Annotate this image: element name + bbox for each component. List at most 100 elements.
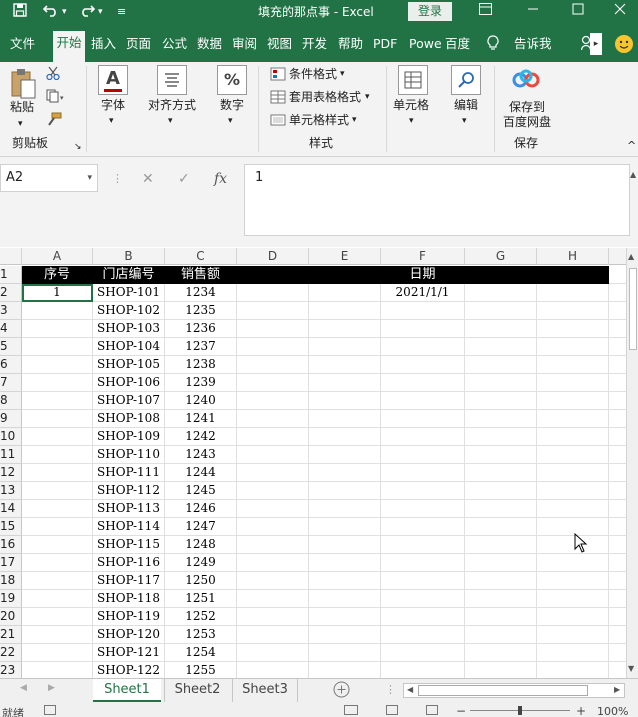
insert-function-icon[interactable]: fx: [214, 170, 227, 188]
cancel-entry-icon[interactable]: ✕: [142, 170, 154, 188]
cell-d15[interactable]: [237, 518, 309, 536]
cell-i20[interactable]: [609, 608, 626, 626]
align-icon[interactable]: [157, 65, 187, 95]
cell-d12[interactable]: [237, 464, 309, 482]
tab-formulas[interactable]: 公式: [162, 36, 187, 52]
cell-a12[interactable]: [22, 464, 93, 482]
minimize-icon[interactable]: [527, 3, 539, 21]
cell-i8[interactable]: [609, 392, 626, 410]
cell-c12[interactable]: 1244: [165, 464, 237, 482]
cell-e17[interactable]: [309, 554, 381, 572]
sheet-tab-3[interactable]: Sheet3: [232, 679, 298, 702]
cell-e9[interactable]: [309, 410, 381, 428]
cell-a15[interactable]: [22, 518, 93, 536]
cell-c8[interactable]: 1240: [165, 392, 237, 410]
cell-a2[interactable]: 1: [22, 284, 93, 302]
cell-f22[interactable]: [381, 644, 465, 662]
cell-g7[interactable]: [465, 374, 537, 392]
cell-e3[interactable]: [309, 302, 381, 320]
cell-d13[interactable]: [237, 482, 309, 500]
cell-g12[interactable]: [465, 464, 537, 482]
scroll-up-icon[interactable]: ▲: [628, 252, 634, 261]
alignment-dropdown-icon[interactable]: ▾: [168, 114, 173, 129]
cell-f21[interactable]: [381, 626, 465, 644]
cell-d3[interactable]: [237, 302, 309, 320]
cell-f2[interactable]: 2021/1/1: [381, 284, 465, 302]
cell-i13[interactable]: [609, 482, 626, 500]
row-header[interactable]: 13: [0, 482, 22, 500]
cell-h7[interactable]: [537, 374, 609, 392]
cell-i4[interactable]: [609, 320, 626, 338]
sheet-tab-2[interactable]: Sheet2: [164, 679, 230, 702]
redo-dropdown-icon[interactable]: ▾: [98, 3, 103, 21]
format-as-table-button[interactable]: 套用表格格式: [289, 90, 361, 105]
tab-file[interactable]: 文件: [10, 36, 35, 52]
cell-f14[interactable]: [381, 500, 465, 518]
row-header[interactable]: 2: [0, 284, 22, 302]
cell-e21[interactable]: [309, 626, 381, 644]
column-header-a[interactable]: A: [22, 248, 93, 265]
tab-baidu[interactable]: 百度: [445, 36, 470, 52]
search-icon[interactable]: [451, 65, 481, 95]
row-header[interactable]: 23: [0, 662, 22, 678]
cell-c19[interactable]: 1251: [165, 590, 237, 608]
column-header-g[interactable]: G: [465, 248, 537, 265]
cell-i7[interactable]: [609, 374, 626, 392]
column-header-h[interactable]: H: [537, 248, 609, 265]
cell-i17[interactable]: [609, 554, 626, 572]
cell-d4[interactable]: [237, 320, 309, 338]
cell-f12[interactable]: [381, 464, 465, 482]
cell-f3[interactable]: [381, 302, 465, 320]
cell-g15[interactable]: [465, 518, 537, 536]
row-header[interactable]: 1: [0, 266, 22, 284]
cell-e10[interactable]: [309, 428, 381, 446]
cell-h3[interactable]: [537, 302, 609, 320]
cell-g23[interactable]: [465, 662, 537, 678]
cell-h8[interactable]: [537, 392, 609, 410]
cell-b18[interactable]: SHOP-117: [93, 572, 165, 590]
cell-e7[interactable]: [309, 374, 381, 392]
prev-sheet-icon[interactable]: ◀: [20, 683, 27, 693]
cell-a4[interactable]: [22, 320, 93, 338]
number-button[interactable]: 数字: [220, 98, 244, 113]
cell-b4[interactable]: SHOP-103: [93, 320, 165, 338]
select-all-corner[interactable]: [0, 248, 22, 265]
font-button[interactable]: 字体: [101, 98, 125, 113]
formula-input[interactable]: 1: [244, 164, 630, 236]
login-button[interactable]: 登录: [408, 2, 452, 21]
tell-me-search[interactable]: 告诉我: [514, 36, 552, 52]
cell-g9[interactable]: [465, 410, 537, 428]
tab-view[interactable]: 视图: [267, 36, 292, 52]
cell-f5[interactable]: [381, 338, 465, 356]
cell-g10[interactable]: [465, 428, 537, 446]
cell-d20[interactable]: [237, 608, 309, 626]
cell-b16[interactable]: SHOP-115: [93, 536, 165, 554]
cell-f18[interactable]: [381, 572, 465, 590]
header-cell-c[interactable]: 销售额: [165, 266, 237, 284]
zoom-slider-thumb[interactable]: [518, 706, 522, 715]
cell-b13[interactable]: SHOP-112: [93, 482, 165, 500]
cell-a19[interactable]: [22, 590, 93, 608]
row-header[interactable]: 11: [0, 446, 22, 464]
cell-d2[interactable]: [237, 284, 309, 302]
cell-e15[interactable]: [309, 518, 381, 536]
cell-c17[interactable]: 1249: [165, 554, 237, 572]
header-cell-a[interactable]: 序号: [22, 266, 93, 284]
cell-c2[interactable]: 1234: [165, 284, 237, 302]
header-cell-i[interactable]: [609, 266, 626, 284]
cell-c16[interactable]: 1248: [165, 536, 237, 554]
cell-a17[interactable]: [22, 554, 93, 572]
cell-b11[interactable]: SHOP-110: [93, 446, 165, 464]
cell-f10[interactable]: [381, 428, 465, 446]
next-sheet-icon[interactable]: ▶: [48, 683, 55, 693]
cell-b3[interactable]: SHOP-102: [93, 302, 165, 320]
cell-e4[interactable]: [309, 320, 381, 338]
cell-i23[interactable]: [609, 662, 626, 678]
cell-e20[interactable]: [309, 608, 381, 626]
zoom-in-icon[interactable]: +: [576, 704, 586, 717]
cell-g4[interactable]: [465, 320, 537, 338]
format-as-table-icon[interactable]: [270, 90, 286, 108]
row-header[interactable]: 4: [0, 320, 22, 338]
cell-g19[interactable]: [465, 590, 537, 608]
number-format-icon[interactable]: %: [217, 65, 247, 95]
